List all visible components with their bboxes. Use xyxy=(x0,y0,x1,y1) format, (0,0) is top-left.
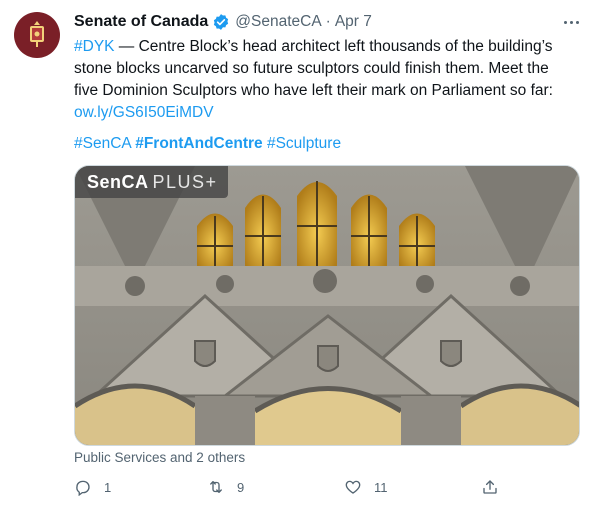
avatar[interactable] xyxy=(14,12,60,58)
tweet-text: #DYK — Centre Block’s head architect lef… xyxy=(74,36,586,124)
retweet-icon xyxy=(210,481,222,493)
tweet-text-line-1: #DYK — Centre Block’s head architect lef… xyxy=(74,38,553,55)
tagged-users[interactable]: Public Services and 2 others xyxy=(74,450,245,465)
reply-icon xyxy=(76,480,90,496)
author-name[interactable]: Senate of Canada xyxy=(74,13,208,31)
hashtag-senca[interactable]: #SenCA xyxy=(74,135,131,152)
tweet-text-line-2: stone blocks uncarved so future sculptor… xyxy=(74,60,549,77)
like-button[interactable]: 11 xyxy=(344,478,388,496)
senca-plus-watermark: SenCA PLUS+ xyxy=(75,166,228,198)
share-icon xyxy=(483,480,497,494)
separator-dot: · xyxy=(325,13,331,30)
tweet-link[interactable]: ow.ly/GS6I50EiMDV xyxy=(74,104,214,121)
watermark-senca: SenCA xyxy=(87,171,149,192)
hashtag-frontandcentre[interactable]: #FrontAndCentre xyxy=(135,135,262,152)
share-button[interactable] xyxy=(481,478,499,496)
watermark-plus: PLUS+ xyxy=(152,171,218,192)
reply-count: 1 xyxy=(104,479,112,495)
hashtag-sculpture[interactable]: #Sculpture xyxy=(267,135,341,152)
heart-icon xyxy=(345,480,361,494)
like-count: 11 xyxy=(374,479,388,495)
verified-badge-icon xyxy=(214,14,229,30)
senate-crest-icon xyxy=(30,21,44,47)
gothic-hall-photo xyxy=(75,166,579,445)
action-bar: 1 9 11 xyxy=(74,478,514,502)
tweet-date[interactable]: Apr 7 xyxy=(335,13,372,31)
retweet-button[interactable]: 9 xyxy=(207,478,244,496)
hashtag-dyk[interactable]: #DYK xyxy=(74,38,115,55)
tweet-header: Senate of Canada @SenateCA · Apr 7 xyxy=(74,11,372,33)
more-options-icon[interactable] xyxy=(560,11,582,33)
tweet[interactable]: Senate of Canada @SenateCA · Apr 7 #DYK … xyxy=(0,0,594,510)
reply-button[interactable]: 1 xyxy=(74,478,111,496)
tweet-text-line-3: five Dominion Sculptors who have left th… xyxy=(74,82,553,99)
retweet-count: 9 xyxy=(237,479,245,495)
hashtag-line: #SenCA #FrontAndCentre #Sculpture xyxy=(74,133,341,155)
tweet-image[interactable]: SenCA PLUS+ xyxy=(74,165,580,446)
author-handle[interactable]: @SenateCA xyxy=(235,13,321,31)
